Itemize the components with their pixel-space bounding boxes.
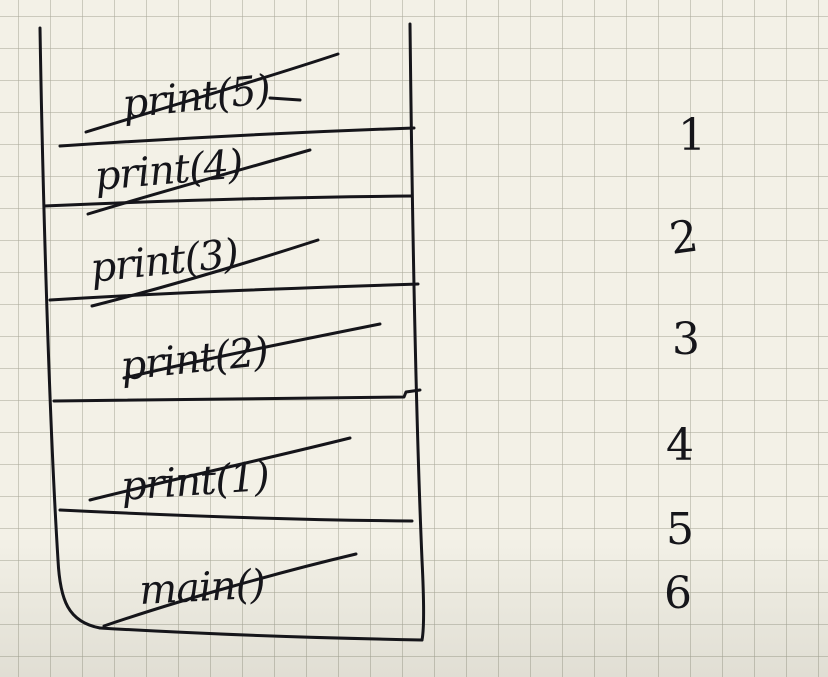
order-number: 4 [666, 420, 694, 471]
order-number: 3 [672, 314, 700, 365]
stack-frame-label: print(3) [88, 231, 240, 292]
frame-divider [58, 508, 414, 523]
order-number: 5 [666, 504, 694, 555]
stack-frame-label: print(2) [118, 329, 270, 390]
frame-divider [52, 388, 422, 403]
stack-frame-label: main() [138, 561, 266, 614]
stack-left-wall [38, 26, 102, 630]
order-number: 6 [664, 568, 692, 619]
order-number: 1 [678, 110, 706, 161]
strikethrough-line [268, 96, 302, 102]
order-number: 2 [666, 210, 701, 264]
stack-bottom [98, 626, 424, 642]
call-stack-diagram: print(5) print(4) print(3) print(2) prin… [38, 22, 706, 642]
stack-right-wall [408, 22, 425, 642]
